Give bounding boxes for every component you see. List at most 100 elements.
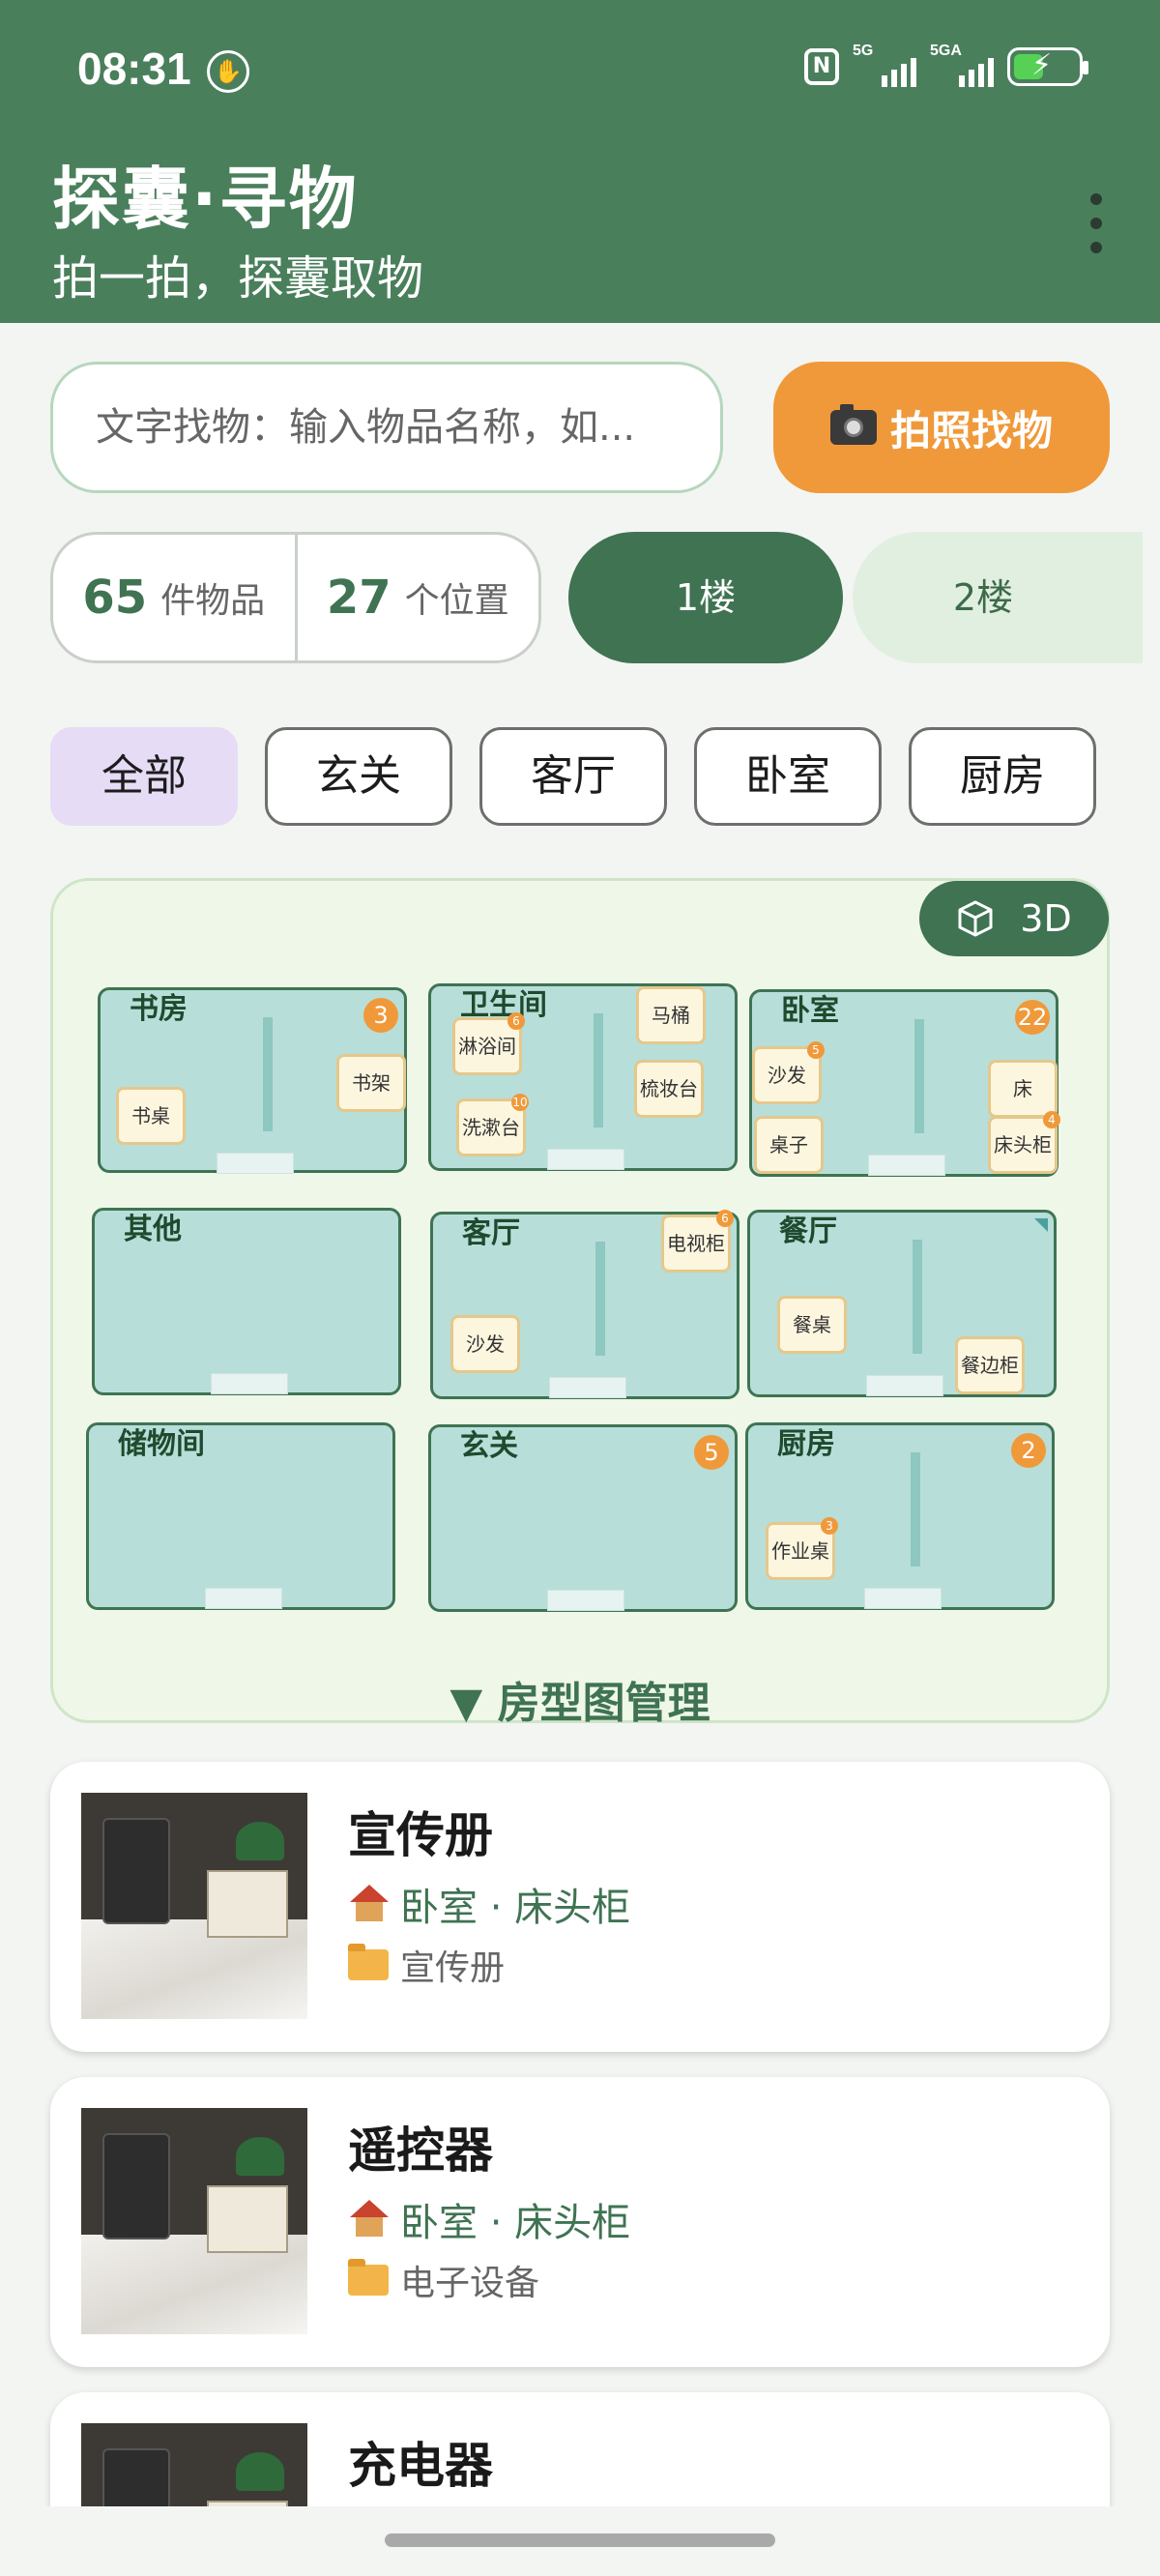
item-category: 宣传册 — [348, 1940, 505, 1990]
filter-chip-bedroom[interactable]: 卧室 — [694, 727, 882, 826]
furniture-work-desk[interactable]: 作业桌 3 — [766, 1517, 838, 1580]
view-3d-label: 3D — [1020, 897, 1072, 940]
item-location: 卧室 · 床头柜 — [348, 2191, 630, 2247]
filter-chip-kitchen[interactable]: 厨房 — [909, 727, 1096, 826]
furniture-tv-cabinet[interactable]: 电视柜 6 — [661, 1210, 734, 1273]
room-item-count-badge: 3 — [363, 998, 398, 1033]
item-category-label: 宣传册 — [400, 1948, 506, 1988]
room-dining[interactable]: 餐厅 餐桌 餐边柜 — [747, 1210, 1057, 1397]
text-search-input[interactable]: 文字找物：输入物品名称，如... — [50, 362, 723, 493]
photo-search-button[interactable]: 拍照找物 — [773, 362, 1110, 493]
room-bathroom[interactable]: 卫生间 马桶 淋浴间 6 梳妆台 洗漱台 10 — [428, 983, 738, 1171]
app-subtitle: 拍一拍，探囊取物 — [52, 251, 424, 306]
furniture-dining-table[interactable]: 餐桌 — [777, 1296, 847, 1354]
items-count: 65 — [82, 571, 148, 625]
app-title: 探囊·寻物 — [52, 160, 359, 239]
furniture-count-badge: 6 — [508, 1012, 525, 1030]
furniture-count-badge: 10 — [511, 1094, 529, 1111]
room-name: 餐厅 — [779, 1215, 837, 1248]
gesture-icon: ✋ — [207, 50, 249, 93]
folder-icon — [348, 1944, 389, 1980]
furniture-label: 洗漱台 — [462, 1116, 520, 1139]
nfc-icon: N — [804, 48, 839, 85]
filter-chip-all[interactable]: 全部 — [50, 727, 238, 826]
status-time: 08:31 — [77, 44, 191, 94]
signal-5ga-icon: 5GA — [930, 43, 994, 87]
room-item-count-badge: 5 — [694, 1435, 729, 1470]
home-indicator[interactable] — [385, 2533, 775, 2547]
room-name: 卧室 — [781, 994, 839, 1028]
room-name: 其他 — [124, 1213, 182, 1246]
item-photo — [81, 1793, 307, 2019]
items-unit: 件物品 — [160, 581, 266, 621]
furniture-label: 餐桌 — [793, 1313, 831, 1336]
furniture-count-badge: 4 — [1043, 1111, 1060, 1128]
furniture-table[interactable]: 桌子 — [754, 1116, 824, 1174]
room-name: 玄关 — [460, 1429, 518, 1463]
furniture-vanity[interactable]: 梳妆台 — [634, 1060, 704, 1118]
furniture-label: 作业桌 — [771, 1539, 829, 1563]
furniture-label: 沙发 — [768, 1064, 806, 1087]
furniture-count-badge: 3 — [821, 1517, 838, 1535]
floor-plan-manage-toggle[interactable]: ▼ 房型图管理 — [53, 1668, 1107, 1730]
furniture-toilet[interactable]: 马桶 — [636, 986, 706, 1044]
room-study[interactable]: 书房 3 书桌 书架 — [98, 987, 407, 1174]
photo-search-label: 拍照找物 — [889, 406, 1053, 454]
item-title: 遥控器 — [348, 2122, 493, 2179]
network-type-label: 5G — [853, 43, 874, 59]
item-card[interactable]: 宣传册 卧室 · 床头柜 宣传册 — [50, 1762, 1110, 2052]
furniture-label: 书架 — [352, 1071, 391, 1095]
item-location-label: 卧室 · 床头柜 — [400, 1886, 631, 1930]
furniture-label: 床 — [1013, 1077, 1032, 1100]
item-category-label: 电子设备 — [400, 2264, 540, 2303]
network-type-label-2: 5GA — [930, 43, 962, 59]
floor-tab-2[interactable]: 2楼 — [853, 532, 1143, 663]
room-storage[interactable]: 储物间 — [86, 1422, 395, 1610]
filter-chip-entry[interactable]: 玄关 — [265, 727, 452, 826]
furniture-label: 桌子 — [769, 1133, 808, 1156]
furniture-sofa[interactable]: 沙发 — [450, 1315, 520, 1373]
item-category: 电子设备 — [348, 2255, 539, 2305]
stats-summary: 65 件物品 27 个位置 — [50, 532, 541, 663]
room-name: 储物间 — [118, 1427, 205, 1461]
camera-icon — [829, 404, 877, 445]
furniture-label: 电视柜 — [667, 1232, 725, 1255]
room-item-count-badge: 2 — [1011, 1433, 1046, 1468]
item-card[interactable]: 遥控器 卧室 · 床头柜 电子设备 — [50, 2077, 1110, 2367]
app-header: 08:31 ✋ N 5G 5GA ⚡ 探囊·寻物 拍一拍，探囊取物 — [0, 0, 1160, 323]
house-icon — [348, 1885, 391, 1923]
floor-tab-1[interactable]: 1楼 — [568, 532, 843, 663]
furniture-label: 马桶 — [652, 1004, 690, 1027]
room-living[interactable]: 客厅 电视柜 6 沙发 — [430, 1210, 740, 1399]
furniture-sofa[interactable]: 沙发 5 — [752, 1041, 825, 1104]
furniture-bed[interactable]: 床 — [988, 1060, 1058, 1118]
room-kitchen[interactable]: 厨房 2 作业桌 3 — [745, 1422, 1055, 1610]
folder-icon — [348, 2259, 389, 2296]
furniture-nightstand[interactable]: 床头柜 4 — [988, 1111, 1060, 1174]
view-3d-button[interactable]: 3D — [919, 881, 1109, 956]
room-name: 厨房 — [777, 1427, 835, 1461]
furniture-label: 书桌 — [131, 1104, 170, 1127]
furniture-count-badge: 5 — [807, 1041, 825, 1059]
room-entry[interactable]: 玄关 5 — [428, 1424, 738, 1612]
item-title: 充电器 — [348, 2438, 493, 2494]
furniture-count-badge: 6 — [716, 1210, 734, 1227]
filter-chip-living[interactable]: 客厅 — [479, 727, 667, 826]
furniture-washbasin[interactable]: 洗漱台 10 — [456, 1094, 529, 1156]
item-location-label: 卧室 · 床头柜 — [400, 2201, 631, 2245]
room-other[interactable]: 其他 — [92, 1208, 401, 1395]
room-name: 客厅 — [462, 1216, 520, 1250]
furniture-shower[interactable]: 淋浴间 6 — [452, 1012, 525, 1075]
furniture-bookshelf[interactable]: 书架 — [336, 1054, 406, 1112]
furniture-label: 床头柜 — [994, 1133, 1052, 1156]
items-stat: 65 件物品 — [53, 535, 295, 660]
more-options-icon[interactable] — [1087, 193, 1106, 253]
cube-icon — [956, 899, 995, 938]
furniture-desk[interactable]: 书桌 — [116, 1087, 186, 1145]
furniture-sideboard[interactable]: 餐边柜 — [955, 1336, 1025, 1394]
furniture-label: 餐边柜 — [961, 1354, 1019, 1377]
room-bedroom[interactable]: 卧室 22 沙发 5 床 桌子 床头柜 4 — [749, 989, 1060, 1177]
battery-charging-icon: ⚡ — [1007, 47, 1088, 86]
room-filter-chips: 全部 玄关 客厅 卧室 厨房 — [50, 727, 1096, 826]
item-title: 宣传册 — [348, 1807, 493, 1863]
